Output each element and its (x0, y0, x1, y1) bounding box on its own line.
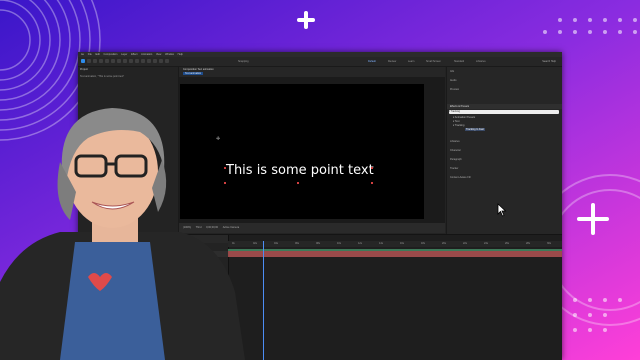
menu-edit[interactable]: Edit (96, 53, 100, 56)
menu-help[interactable]: Help (178, 53, 183, 56)
ruler-tick: 02s (253, 242, 258, 245)
ruler-tick: 28s (526, 242, 531, 245)
project-info: Text animation, "This is some point text… (80, 75, 125, 78)
tracker-panel[interactable]: Tracker (450, 167, 458, 170)
type-tool-icon[interactable] (135, 59, 139, 63)
workspace-review[interactable]: Review (388, 57, 396, 66)
menu-composition[interactable]: Composition (104, 53, 118, 56)
character-panel[interactable]: Character (450, 149, 461, 152)
effects-search-input[interactable]: ▪ Tracking (449, 110, 559, 114)
workspace-libraries[interactable]: Libraries (476, 57, 486, 66)
effects-presets-panel[interactable]: Effects & Presets (450, 105, 469, 108)
composition-header: Composition Text animation Text animatio… (179, 67, 445, 77)
ruler-tick: 30s (547, 242, 552, 245)
preview-panel[interactable]: Preview (450, 88, 459, 91)
text-handle[interactable] (371, 182, 373, 184)
zoom-tool-icon[interactable] (99, 59, 103, 63)
tools-toolbar: Snapping Default Review Learn Small Scre… (78, 57, 562, 67)
project-tab[interactable]: Project (80, 68, 88, 71)
mouse-cursor-icon (497, 203, 507, 217)
pen-tool-icon[interactable] (129, 59, 133, 63)
tree-tracking[interactable]: ▾ Tracking (453, 124, 464, 127)
ruler-tick: 26s (505, 242, 510, 245)
playhead[interactable] (263, 241, 264, 360)
rotate-tool-icon[interactable] (105, 59, 109, 63)
ruler-tick: 12s (358, 242, 363, 245)
ruler-tick: 20s (442, 242, 447, 245)
menu-effect[interactable]: Effect (131, 53, 137, 56)
roto-tool-icon[interactable] (159, 59, 163, 63)
ruler-tick: 22s (463, 242, 468, 245)
text-handle[interactable] (297, 182, 299, 184)
shape-tool-icon[interactable] (123, 59, 127, 63)
workspace-small-screen[interactable]: Small Screen (426, 57, 441, 66)
tree-text[interactable]: ▾ Text (453, 120, 460, 123)
workspace-default[interactable]: Default (368, 57, 376, 66)
menu-animation[interactable]: Animation (141, 53, 152, 56)
menu-ae[interactable]: Ae (81, 53, 84, 56)
brush-tool-icon[interactable] (141, 59, 145, 63)
workspace-learn[interactable]: Learn (408, 57, 414, 66)
presenter-webcam-cutout (0, 108, 245, 360)
audio-panel[interactable]: Audio (450, 79, 456, 82)
effects-search-value: ▪ Tracking (449, 110, 461, 113)
ruler-tick: 24s (484, 242, 489, 245)
menu-layer[interactable]: Layer (121, 53, 127, 56)
workspace-standard[interactable]: Standard (454, 57, 464, 66)
pan-behind-tool-icon[interactable] (117, 59, 121, 63)
info-panel[interactable]: Info (450, 70, 454, 73)
snapping-label[interactable]: Snapping (238, 57, 249, 66)
home-icon[interactable] (81, 59, 85, 63)
ruler-tick: 06s (295, 242, 300, 245)
ruler-tick: 04s (274, 242, 279, 245)
composition-tab[interactable]: Composition Text animation (183, 68, 214, 71)
layer-duration-bar[interactable] (228, 251, 562, 257)
search-help-field[interactable]: Search Help (542, 57, 556, 66)
menu-view[interactable]: View (156, 53, 161, 56)
ruler-tick: 16s (400, 242, 405, 245)
eraser-tool-icon[interactable] (153, 59, 157, 63)
menu-window[interactable]: Window (165, 53, 174, 56)
ruler-tick: 14s (379, 242, 384, 245)
stamp-tool-icon[interactable] (147, 59, 151, 63)
text-handle[interactable] (371, 167, 373, 169)
content-aware-fill-panel[interactable]: Content-Aware Fill (450, 176, 471, 179)
composition-name-button[interactable]: Text animation (183, 72, 204, 75)
time-ruler[interactable]: 0s 02s 04s 06s 08s 10s 12s 14s 16s 18s 20s 22s 24s 26… (228, 241, 562, 247)
tree-animation-presets[interactable]: ▾ Animation Presets (453, 116, 475, 119)
ruler-tick: 10s (337, 242, 342, 245)
ruler-tick: 08s (316, 242, 321, 245)
paragraph-panel[interactable]: Paragraph (450, 158, 462, 161)
puppet-tool-icon[interactable] (165, 59, 169, 63)
tree-tracking-in-fast[interactable]: Tracking In Fast (465, 128, 485, 131)
hand-tool-icon[interactable] (93, 59, 97, 63)
libraries-panel[interactable]: Libraries (450, 140, 460, 143)
menu-file[interactable]: File (88, 53, 92, 56)
camera-tool-icon[interactable] (111, 59, 115, 63)
selection-tool-icon[interactable] (87, 59, 91, 63)
ruler-tick: 18s (421, 242, 426, 245)
